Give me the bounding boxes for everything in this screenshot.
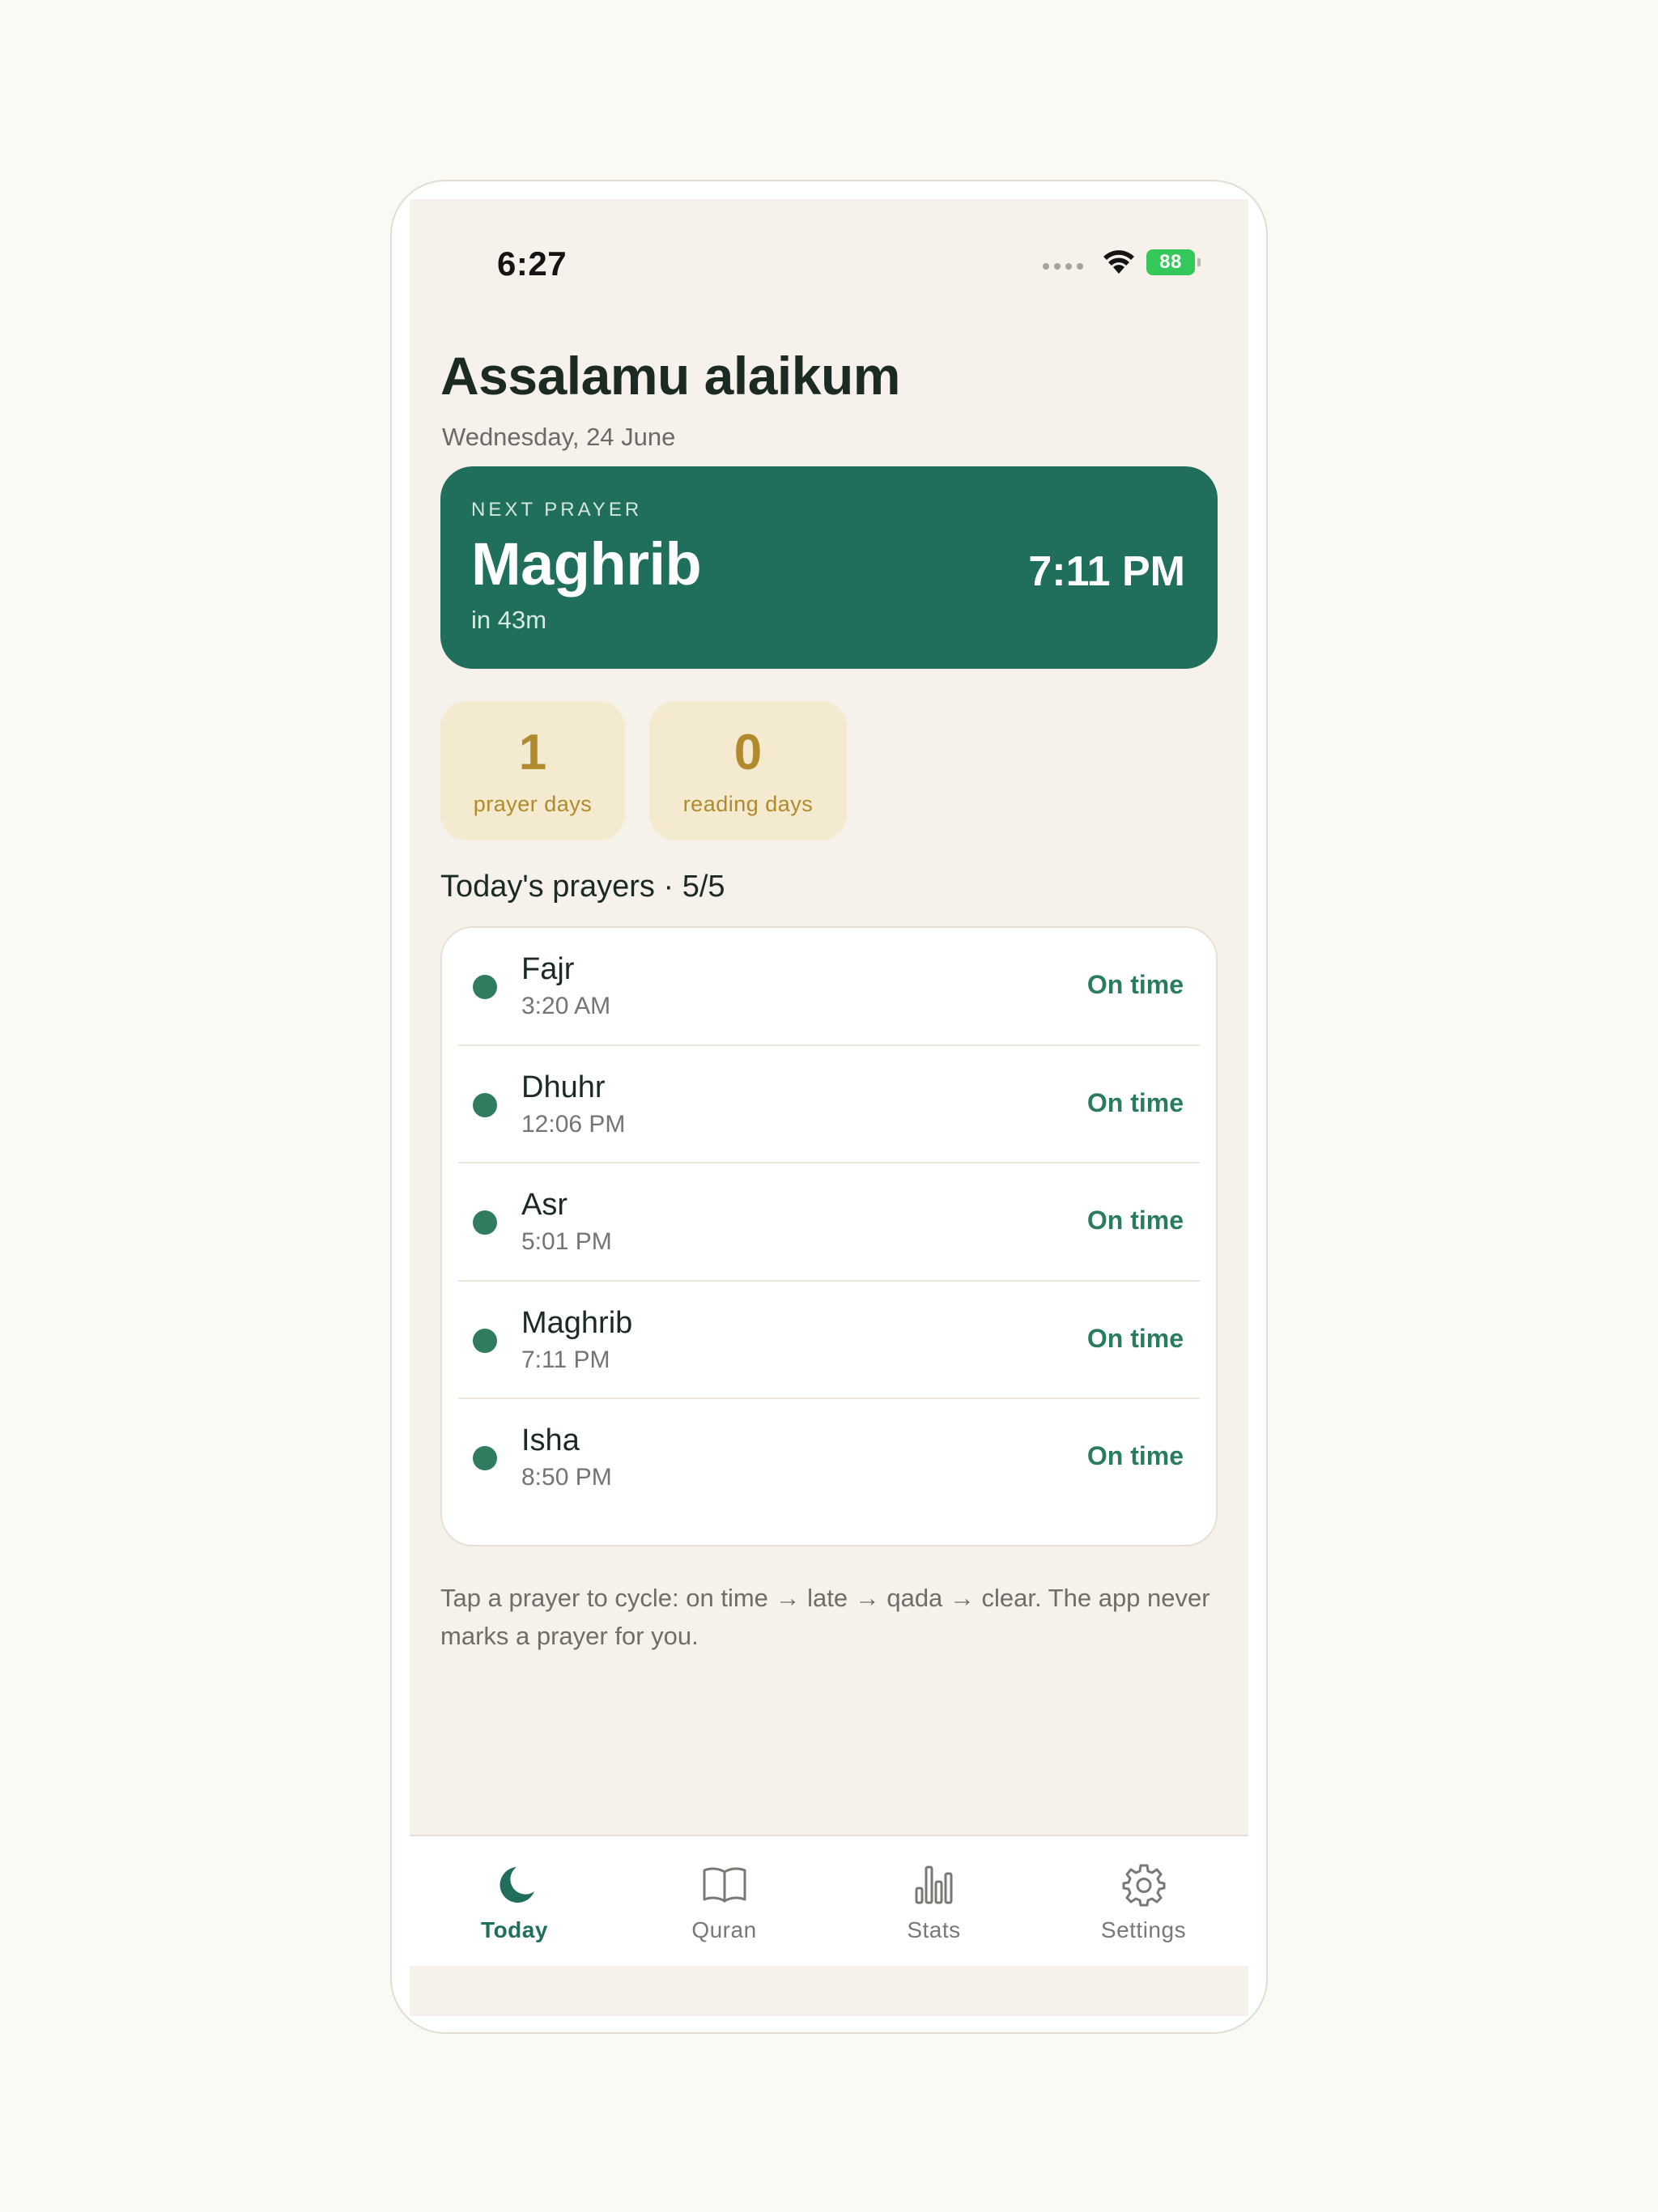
book-icon bbox=[703, 1867, 746, 1903]
battery-level: 88 bbox=[1159, 251, 1182, 273]
prayer-status: On time bbox=[1086, 1087, 1184, 1117]
prayer-name: Isha bbox=[521, 1423, 580, 1458]
prayer-status: On time bbox=[1086, 1206, 1184, 1236]
gear-icon bbox=[1122, 1864, 1165, 1907]
prayer-time: 8:50 PM bbox=[521, 1464, 612, 1491]
prayer-status-dot bbox=[473, 1446, 497, 1471]
prayer-status-dot bbox=[473, 1328, 497, 1353]
prayer-status-dot bbox=[473, 1210, 497, 1236]
prayer-status: On time bbox=[1086, 1441, 1184, 1471]
streak-label: reading days bbox=[682, 792, 814, 816]
prayer-row-maghrib[interactable]: Maghrib 7:11 PM On time bbox=[458, 1282, 1200, 1400]
tab-bar: Today Quran Stats Settings bbox=[410, 1835, 1248, 1966]
prayer-row-asr[interactable]: Asr 5:01 PM On time bbox=[458, 1163, 1200, 1282]
tab-label: Quran bbox=[691, 1917, 757, 1942]
status-time: 6:27 bbox=[497, 245, 568, 283]
tab-settings[interactable]: Settings bbox=[1039, 1836, 1248, 1966]
tab-label: Today bbox=[481, 1917, 548, 1942]
next-prayer-countdown: in 43m bbox=[471, 606, 547, 634]
app-screen: 6:27 88 Assalamu alaikum Wednesday, 24 J… bbox=[410, 199, 1248, 2016]
prayer-days-streak: 1 prayer days bbox=[440, 701, 625, 840]
moon-icon bbox=[500, 1867, 534, 1903]
streak-label: prayer days bbox=[473, 792, 593, 816]
tab-quran[interactable]: Quran bbox=[619, 1836, 829, 1966]
tab-today[interactable]: Today bbox=[410, 1836, 619, 1966]
prayer-status-dot bbox=[473, 1092, 497, 1117]
current-date: Wednesday, 24 June bbox=[442, 423, 676, 451]
cellular-signal-icon bbox=[1043, 263, 1083, 270]
usage-hint: Tap a prayer to cycle: on time → late → … bbox=[440, 1584, 1210, 1650]
prayer-row-dhuhr[interactable]: Dhuhr 12:06 PM On time bbox=[458, 1046, 1200, 1164]
prayer-status: On time bbox=[1086, 1323, 1184, 1353]
prayer-time: 7:11 PM bbox=[521, 1346, 610, 1373]
prayer-name: Maghrib bbox=[521, 1305, 633, 1340]
prayer-row-fajr[interactable]: Fajr 3:20 AM On time bbox=[458, 928, 1200, 1046]
prayer-status: On time bbox=[1086, 970, 1184, 999]
greeting-title: Assalamu alaikum bbox=[440, 346, 900, 406]
bar-chart-icon bbox=[915, 1865, 952, 1904]
device-frame: 6:27 88 Assalamu alaikum Wednesday, 24 J… bbox=[390, 180, 1268, 2034]
reading-days-streak: 0 reading days bbox=[649, 701, 847, 840]
streak-value: 0 bbox=[733, 725, 763, 781]
prayer-row-isha[interactable]: Isha 8:50 PM On time bbox=[458, 1399, 1200, 1517]
prayer-name: Asr bbox=[521, 1188, 568, 1223]
prayer-time: 12:06 PM bbox=[521, 1110, 626, 1138]
next-prayer-time: 7:11 PM bbox=[1028, 548, 1185, 595]
prayer-status-dot bbox=[473, 975, 497, 999]
next-prayer-name: Maghrib bbox=[471, 530, 702, 598]
status-indicators: 88 bbox=[1043, 249, 1201, 275]
prayer-name: Fajr bbox=[521, 952, 575, 986]
prayer-list: Fajr 3:20 AM On time Dhuhr 12:06 PM On t… bbox=[440, 926, 1218, 1546]
tab-label: Settings bbox=[1100, 1917, 1187, 1942]
prayers-section-title: Today's prayers · 5/5 bbox=[440, 870, 725, 904]
prayer-time: 5:01 PM bbox=[521, 1228, 612, 1256]
tab-stats[interactable]: Stats bbox=[829, 1836, 1039, 1966]
tab-label: Stats bbox=[907, 1917, 961, 1942]
prayer-name: Dhuhr bbox=[521, 1070, 606, 1104]
streak-value: 1 bbox=[518, 725, 547, 781]
next-prayer-card[interactable]: NEXT PRAYER Maghrib in 43m 7:11 PM bbox=[440, 466, 1218, 669]
prayer-time: 3:20 AM bbox=[521, 993, 611, 1019]
next-prayer-label: NEXT PRAYER bbox=[471, 499, 643, 521]
battery-icon: 88 bbox=[1146, 249, 1201, 275]
wifi-icon bbox=[1103, 250, 1134, 274]
